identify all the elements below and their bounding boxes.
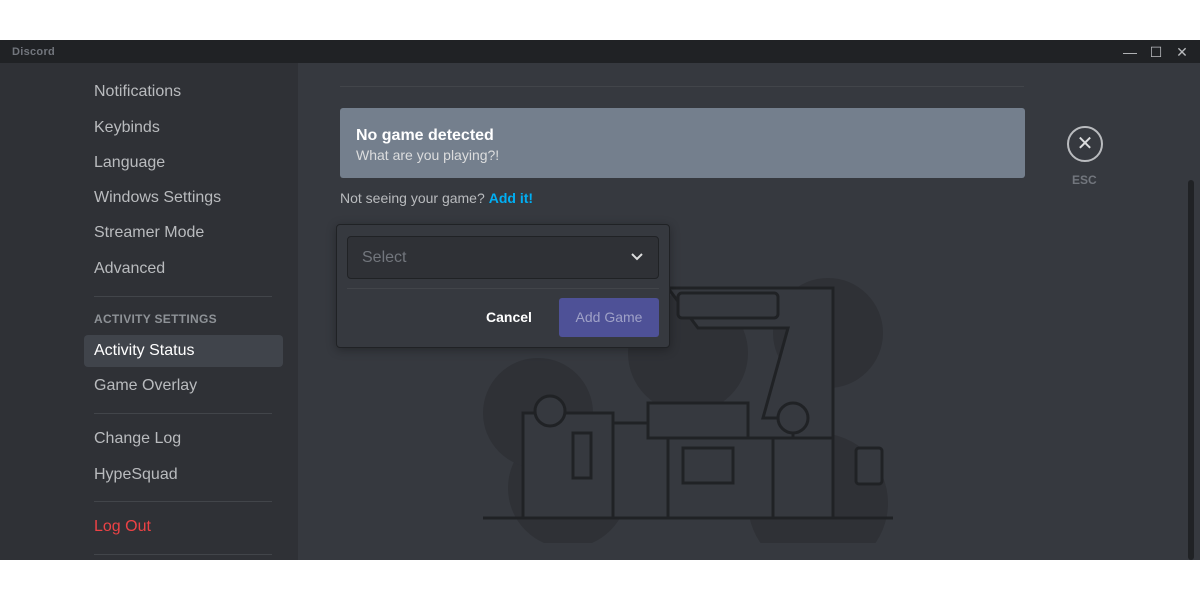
add-game-button[interactable]: Add Game	[559, 298, 659, 337]
divider	[347, 288, 659, 289]
divider	[94, 296, 272, 297]
banner-title: No game detected	[356, 127, 494, 144]
close-icon: ✕	[1076, 133, 1094, 155]
sidebar-item-hypesquad[interactable]: HypeSquad	[84, 459, 283, 491]
divider	[340, 86, 1024, 87]
activity-status-panel: No game detected What are you playing?! …	[298, 63, 1200, 560]
divider	[94, 554, 272, 555]
cancel-button[interactable]: Cancel	[477, 298, 541, 336]
add-game-popup: Select Cancel Add Game	[336, 224, 670, 348]
game-select-dropdown[interactable]: Select	[347, 236, 659, 279]
add-game-hint: Not seeing your game? Add it!	[340, 190, 533, 206]
close-settings-button[interactable]: ✕	[1067, 126, 1103, 162]
game-detection-banner: No game detected What are you playing?!	[340, 108, 1025, 178]
divider	[94, 413, 272, 414]
title-bar: Discord — ☐ ✕	[0, 40, 1200, 63]
scrollbar[interactable]	[1188, 180, 1194, 560]
activity-settings-header: ACTIVITY SETTINGS	[94, 312, 217, 326]
divider	[94, 501, 272, 502]
close-window-icon[interactable]: ✕	[1172, 42, 1192, 62]
maximize-icon[interactable]: ☐	[1146, 42, 1166, 62]
add-it-link[interactable]: Add it!	[489, 190, 533, 206]
sidebar-item-game-overlay[interactable]: Game Overlay	[84, 370, 283, 402]
hint-text: Not seeing your game?	[340, 190, 485, 206]
sidebar-item-streamer-mode[interactable]: Streamer Mode	[84, 217, 283, 249]
sidebar-item-keybinds[interactable]: Keybinds	[84, 112, 283, 144]
sidebar-item-notifications[interactable]: Notifications	[84, 76, 283, 108]
select-placeholder: Select	[362, 249, 407, 266]
esc-label: ESC	[1072, 173, 1097, 187]
minimize-icon[interactable]: —	[1120, 42, 1140, 62]
sidebar-item-change-log[interactable]: Change Log	[84, 423, 283, 455]
sidebar-item-windows-settings[interactable]: Windows Settings	[84, 182, 283, 214]
banner-subtitle: What are you playing?!	[356, 147, 500, 163]
discord-window: Discord — ☐ ✕ Notifications Keybinds Lan…	[0, 40, 1200, 560]
app-name: Discord	[12, 46, 56, 58]
sidebar-item-language[interactable]: Language	[84, 147, 283, 179]
sidebar-item-activity-status[interactable]: Activity Status	[84, 335, 283, 367]
sidebar-item-log-out[interactable]: Log Out	[84, 511, 283, 543]
sidebar-item-advanced[interactable]: Advanced	[84, 253, 283, 285]
settings-sidebar: Notifications Keybinds Language Windows …	[0, 63, 298, 560]
chevron-down-icon	[630, 237, 644, 278]
